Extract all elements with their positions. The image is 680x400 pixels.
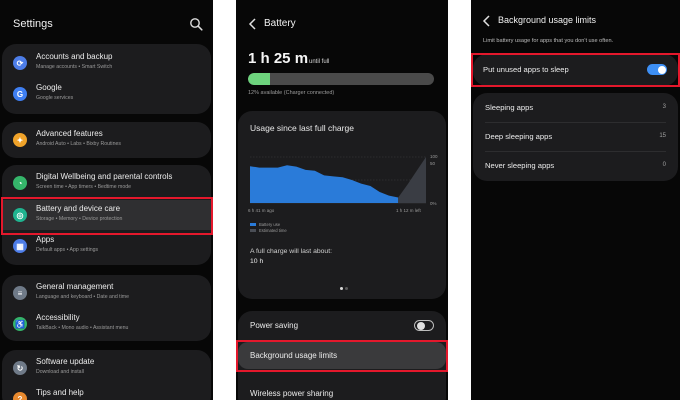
legend-label: Estimated time bbox=[259, 228, 287, 233]
page-title: Battery bbox=[264, 18, 296, 29]
until-full-label: until full bbox=[309, 59, 330, 65]
sync-icon: ⟳ bbox=[13, 56, 27, 70]
deep-sleeping-apps-row[interactable]: Deep sleeping apps 15 bbox=[473, 122, 678, 151]
y-tick-label: 50 bbox=[430, 161, 436, 166]
legend-swatch bbox=[250, 229, 256, 233]
full-charge-value: 10 h bbox=[250, 258, 264, 265]
highlight-battery-device-care bbox=[1, 197, 213, 235]
wireless-power-sharing-label: Wireless power sharing bbox=[250, 389, 334, 398]
battery-level-bar bbox=[248, 73, 434, 85]
sleeping-apps-row[interactable]: Sleeping apps 3 bbox=[473, 93, 678, 122]
deep-sleeping-apps-count: 15 bbox=[659, 132, 666, 139]
full-charge-label: A full charge will last about: bbox=[250, 248, 332, 255]
time-until-full: 1 h 25 m bbox=[248, 50, 309, 67]
wellbeing-icon: ◔ bbox=[13, 176, 27, 190]
never-sleeping-apps-label: Never sleeping apps bbox=[485, 160, 555, 170]
settings-item-digital-wellbeing[interactable]: ◔ Digital Wellbeing and parental control… bbox=[2, 168, 211, 198]
legend-swatch bbox=[250, 223, 256, 227]
settings-group-general: ≡ General management Language and keyboa… bbox=[2, 275, 211, 341]
settings-group-software: ↻ Software update Download and install ?… bbox=[2, 350, 211, 400]
settings-item-google[interactable]: G Google Google services bbox=[2, 79, 211, 109]
page-title: Settings bbox=[13, 18, 53, 30]
battery-level-fill bbox=[248, 73, 271, 85]
sliders-icon: ≡ bbox=[13, 286, 27, 300]
toggle-knob bbox=[416, 321, 425, 330]
battery-use-area bbox=[250, 165, 399, 203]
accessibility-icon: ♿ bbox=[13, 317, 27, 331]
wireless-power-sharing-row[interactable]: Wireless power sharing bbox=[238, 381, 446, 400]
estimated-time-area bbox=[398, 157, 426, 203]
update-icon: ↻ bbox=[13, 361, 27, 375]
gear-plus-icon: ✦ bbox=[13, 133, 27, 147]
apps-grid-icon: ▦ bbox=[13, 239, 27, 253]
tips-icon: ? bbox=[13, 392, 27, 400]
page-indicator bbox=[339, 277, 349, 295]
power-saving-label: Power saving bbox=[250, 321, 299, 330]
settings-item-general-management[interactable]: ≡ General management Language and keyboa… bbox=[2, 278, 211, 308]
never-sleeping-apps-row[interactable]: Never sleeping apps 0 bbox=[473, 151, 678, 180]
usage-card[interactable]: Usage since last full charge 6 h 41 m ag… bbox=[238, 111, 446, 299]
page-dot-active bbox=[340, 287, 343, 290]
battery-screen: Battery 1 h 25 m until full 12% availabl… bbox=[236, 0, 448, 400]
back-arrow-icon[interactable] bbox=[248, 18, 258, 30]
legend-battery-use: Battery use bbox=[250, 222, 280, 227]
y-tick-label: 0% bbox=[430, 201, 437, 206]
y-tick-label: 100 bbox=[430, 154, 438, 159]
page-description: Limit battery usage for apps that you do… bbox=[483, 38, 614, 44]
power-saving-row[interactable]: Power saving bbox=[238, 311, 446, 341]
highlight-background-usage-limits bbox=[236, 340, 448, 372]
settings-item-accounts[interactable]: ⟳ Accounts and backup Manage accounts • … bbox=[2, 48, 211, 78]
settings-item-tips-help[interactable]: ? Tips and help bbox=[2, 384, 211, 400]
settings-item-software-update[interactable]: ↻ Software update Download and install bbox=[2, 353, 211, 383]
settings-group-accounts: ⟳ Accounts and backup Manage accounts • … bbox=[2, 44, 211, 114]
background-limits-screen: Background usage limits Limit battery us… bbox=[471, 0, 680, 400]
deep-sleeping-apps-label: Deep sleeping apps bbox=[485, 131, 553, 141]
battery-available-text: 12% available (Charger connected) bbox=[248, 90, 335, 96]
x-start-label: 6 h 41 m ago bbox=[248, 208, 275, 213]
never-sleeping-apps-count: 0 bbox=[662, 161, 666, 168]
google-icon: G bbox=[13, 87, 27, 101]
x-end-label: 1 h 12 m left bbox=[396, 208, 421, 213]
highlight-put-unused-apps-to-sleep bbox=[471, 53, 680, 87]
legend-label: Battery use bbox=[259, 222, 281, 227]
power-saving-toggle[interactable] bbox=[414, 320, 434, 331]
sleeping-apps-label: Sleeping apps bbox=[485, 102, 534, 112]
settings-item-accessibility[interactable]: ♿ Accessibility TalkBack • Mono audio • … bbox=[2, 309, 211, 339]
settings-group-advanced: ✦ Advanced features Android Auto • Labs … bbox=[2, 122, 211, 158]
settings-item-apps[interactable]: ▦ Apps Default apps • App settings bbox=[2, 231, 211, 261]
settings-item-advanced-features[interactable]: ✦ Advanced features Android Auto • Labs … bbox=[2, 125, 211, 155]
usage-card-title: Usage since last full charge bbox=[250, 123, 354, 133]
search-icon[interactable] bbox=[189, 17, 203, 31]
settings-screen: Settings ⟳ Accounts and backup Manage ac… bbox=[0, 0, 213, 400]
legend-estimated-time: Estimated time bbox=[250, 228, 287, 233]
sleeping-apps-count: 3 bbox=[662, 103, 666, 110]
back-arrow-icon[interactable] bbox=[482, 15, 492, 27]
page-dot bbox=[345, 287, 348, 290]
page-title: Background usage limits bbox=[498, 15, 597, 25]
sleeping-apps-card: Sleeping apps 3 Deep sleeping apps 15 Ne… bbox=[473, 93, 678, 181]
